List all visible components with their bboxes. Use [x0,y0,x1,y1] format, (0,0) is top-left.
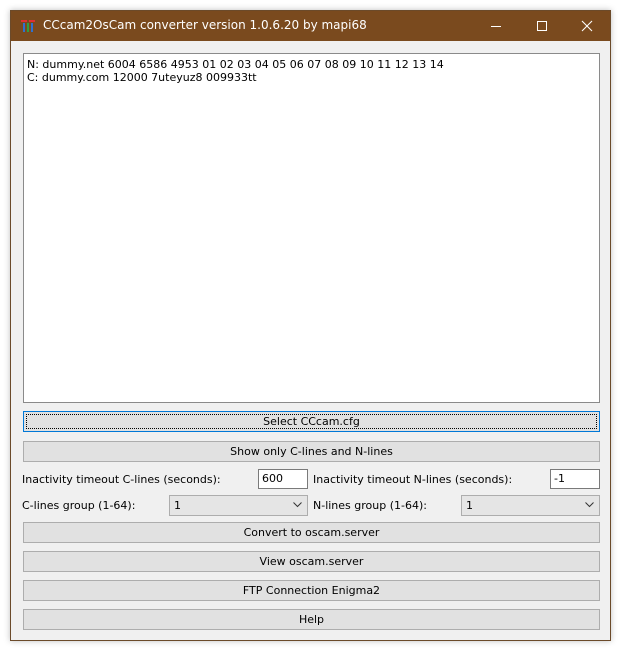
group-c-select[interactable]: 1 [169,495,308,516]
content-line: C: dummy.com 12000 7uteyuz8 009933tt [27,71,257,84]
view-oscam-server-button[interactable]: View oscam.server [23,551,600,572]
show-only-lines-button[interactable]: Show only C-lines and N-lines [23,441,600,462]
minimize-icon [491,26,501,27]
convert-button[interactable]: Convert to oscam.server [23,522,600,543]
maximize-button[interactable] [519,11,565,41]
group-n-value: 1 [466,499,473,512]
chevron-down-icon [293,502,302,508]
timeout-c-label: Inactivity timeout C-lines (seconds): [22,473,221,486]
cccam-content-textarea[interactable]: N: dummy.net 6004 6586 4953 01 02 03 04 … [23,53,600,403]
close-icon [581,20,593,32]
window-title: CCcam2OsCam converter version 1.0.6.20 b… [43,18,367,32]
group-n-label: N-lines group (1-64): [313,499,427,512]
app-window: CCcam2OsCam converter version 1.0.6.20 b… [10,10,611,641]
select-cccam-cfg-button[interactable]: Select CCcam.cfg [23,411,600,432]
group-c-value: 1 [174,499,181,512]
content-line: N: dummy.net 6004 6586 4953 01 02 03 04 … [27,58,444,71]
group-c-label: C-lines group (1-64): [22,499,136,512]
title-bar[interactable]: CCcam2OsCam converter version 1.0.6.20 b… [11,11,610,41]
timeout-n-input[interactable]: -1 [550,469,600,489]
timeout-n-label: Inactivity timeout N-lines (seconds): [313,473,513,486]
chevron-down-icon [585,502,594,508]
help-button[interactable]: Help [23,609,600,630]
minimize-button[interactable] [473,11,519,41]
ftp-connection-button[interactable]: FTP Connection Enigma2 [23,580,600,601]
maximize-icon [537,21,547,31]
close-button[interactable] [564,11,610,41]
timeout-c-input[interactable]: 600 [258,469,308,489]
group-n-select[interactable]: 1 [461,495,600,516]
app-icon [20,19,36,33]
